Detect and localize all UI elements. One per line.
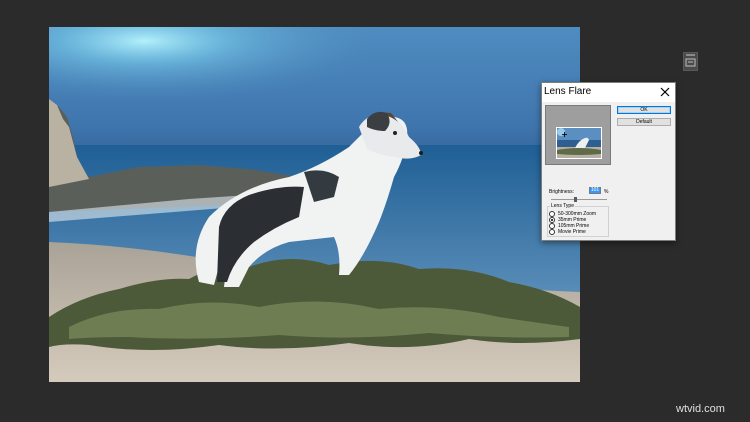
dialog-title: Lens Flare (544, 86, 592, 97)
brightness-label: Brightness: (549, 189, 575, 195)
ok-button[interactable]: OK (617, 106, 671, 114)
panel-grip (686, 54, 695, 56)
flare-preview[interactable] (545, 105, 611, 165)
dialog-titlebar[interactable]: Lens Flare (542, 83, 675, 102)
brightness-slider[interactable] (551, 199, 607, 200)
brightness-unit: % (604, 189, 609, 195)
lens-flare-dialog: Lens Flare OK Default Brightness: 101 % (541, 82, 676, 241)
document-canvas[interactable] (49, 27, 580, 382)
lens-option-label: Movie Prime (558, 229, 586, 235)
radio-button[interactable] (549, 229, 555, 235)
panel-icon[interactable] (683, 52, 698, 71)
close-icon[interactable] (658, 85, 672, 99)
watermark: wtvid.com (676, 403, 725, 415)
brightness-slider-thumb[interactable] (574, 197, 577, 202)
default-button[interactable]: Default (617, 118, 671, 126)
brightness-input[interactable]: 101 (589, 187, 601, 194)
photo-image (49, 27, 580, 382)
flare-center-marker[interactable] (562, 132, 567, 137)
properties-icon (685, 58, 696, 67)
lens-type-label: Lens Type (550, 203, 575, 209)
